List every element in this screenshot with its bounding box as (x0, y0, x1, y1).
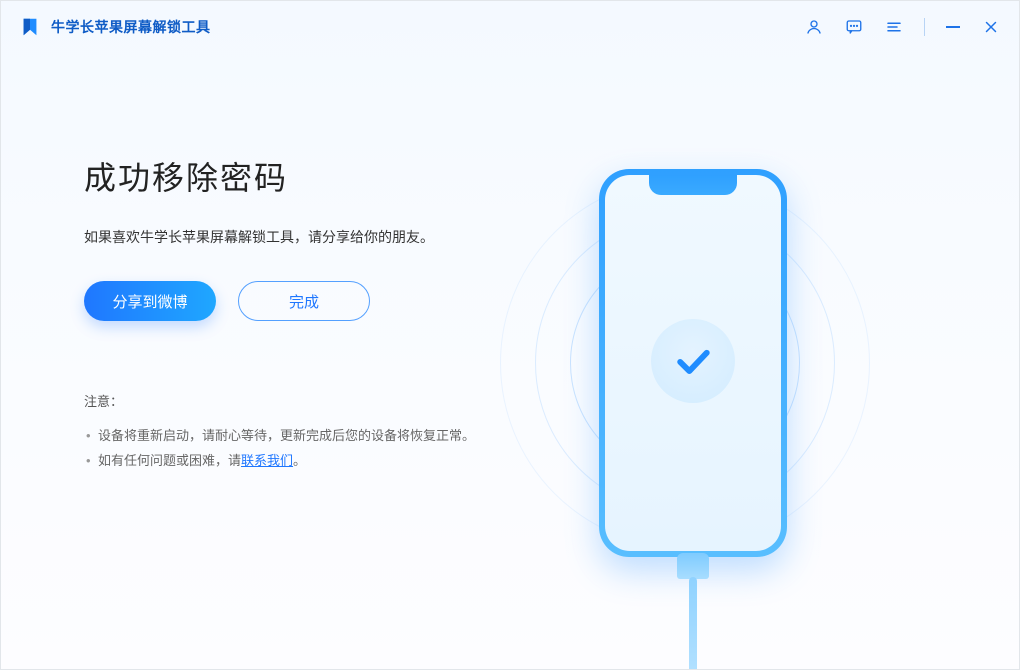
left-pane: 成功移除密码 如果喜欢牛学长苹果屏幕解锁工具，请分享给你的朋友。 分享到微博 完… (1, 53, 521, 669)
action-buttons: 分享到微博 完成 (84, 281, 521, 321)
minimize-button[interactable] (945, 17, 961, 37)
note2-suffix: 。 (293, 453, 306, 468)
cable-connector-icon (677, 553, 709, 579)
account-icon[interactable] (804, 17, 824, 37)
right-pane (521, 53, 1019, 669)
cable-wire-icon (689, 577, 697, 670)
content-area: 成功移除密码 如果喜欢牛学长苹果屏幕解锁工具，请分享给你的朋友。 分享到微博 完… (1, 53, 1019, 669)
phone-notch (649, 175, 737, 195)
note-item-1: 设备将重新启动，请耐心等待，更新完成后您的设备将恢复正常。 (84, 424, 521, 449)
app-logo-icon (19, 16, 41, 38)
close-button[interactable] (981, 17, 1001, 37)
share-weibo-button[interactable]: 分享到微博 (84, 281, 216, 321)
menu-icon[interactable] (884, 17, 904, 37)
notes-title: 注意： (84, 391, 521, 410)
titlebar-right (804, 17, 1001, 37)
note2-prefix: 如有任何问题或困难，请 (98, 453, 241, 468)
titlebar-left: 牛学长苹果屏幕解锁工具 (19, 16, 211, 38)
phone-illustration (599, 169, 787, 557)
app-window: 牛学长苹果屏幕解锁工具 (0, 0, 1020, 670)
note-item-2: 如有任何问题或困难，请联系我们。 (84, 449, 521, 474)
app-title: 牛学长苹果屏幕解锁工具 (51, 17, 211, 37)
titlebar: 牛学长苹果屏幕解锁工具 (1, 1, 1019, 53)
notes-list: 设备将重新启动，请耐心等待，更新完成后您的设备将恢复正常。 如有任何问题或困难，… (84, 424, 521, 473)
feedback-icon[interactable] (844, 17, 864, 37)
contact-us-link[interactable]: 联系我们 (241, 453, 293, 468)
titlebar-separator (924, 18, 925, 36)
success-heading: 成功移除密码 (84, 153, 521, 199)
done-button[interactable]: 完成 (238, 281, 370, 321)
success-check-icon (651, 319, 735, 403)
success-subtext: 如果喜欢牛学长苹果屏幕解锁工具，请分享给你的朋友。 (84, 227, 521, 247)
